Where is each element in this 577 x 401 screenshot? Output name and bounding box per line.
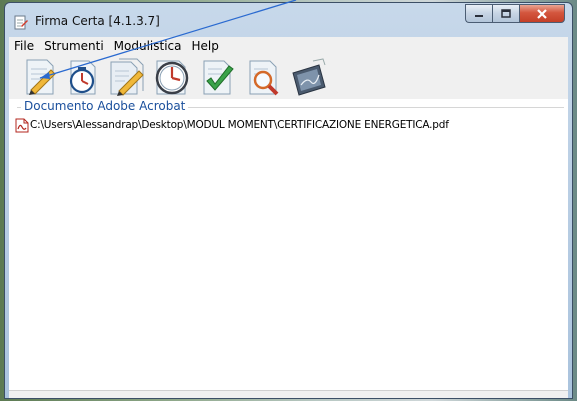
minimize-button[interactable]	[465, 4, 492, 23]
timestamp-clock-icon[interactable]	[63, 57, 101, 97]
menu-strumenti[interactable]: Strumenti	[39, 37, 109, 55]
menu-modulistica[interactable]: Modulistica	[109, 37, 187, 55]
file-path: C:\Users\Alessandrap\Desktop\MODUL MOMEN…	[30, 119, 449, 131]
sign-document-pen-icon[interactable]	[107, 57, 145, 97]
toolbar	[9, 55, 568, 99]
close-button[interactable]	[519, 4, 565, 23]
close-icon	[537, 8, 547, 19]
sign-document-pen-icon[interactable]	[21, 57, 59, 97]
menu-help[interactable]: Help	[187, 37, 224, 55]
menu-file[interactable]: File	[9, 37, 39, 55]
window-controls	[465, 4, 565, 24]
app-window: Firma Certa [4.1.3.7] File Strumenti Mod…	[4, 2, 573, 399]
pdf-file-icon	[15, 118, 29, 132]
timestamp-clock-icon[interactable]	[153, 57, 191, 97]
title-bar[interactable]: Firma Certa [4.1.3.7]	[5, 3, 572, 37]
file-list-panel: Documento Adobe Acrobat C:\Users\Alessan…	[9, 99, 568, 390]
file-group-label: Documento Adobe Acrobat	[21, 99, 189, 113]
app-icon	[14, 15, 28, 30]
status-bar	[9, 390, 568, 398]
maximize-button[interactable]	[492, 4, 519, 23]
view-magnifier-icon[interactable]	[245, 57, 283, 97]
minimize-icon	[475, 14, 483, 17]
maximize-icon	[501, 8, 511, 18]
file-list-item[interactable]: C:\Users\Alessandrap\Desktop\MODUL MOMEN…	[15, 117, 449, 133]
menu-bar: File Strumenti Modulistica Help	[9, 37, 568, 55]
signature-pad-icon[interactable]	[289, 57, 327, 97]
verify-checkmark-icon[interactable]	[199, 57, 237, 97]
window-title: Firma Certa [4.1.3.7]	[35, 14, 160, 28]
